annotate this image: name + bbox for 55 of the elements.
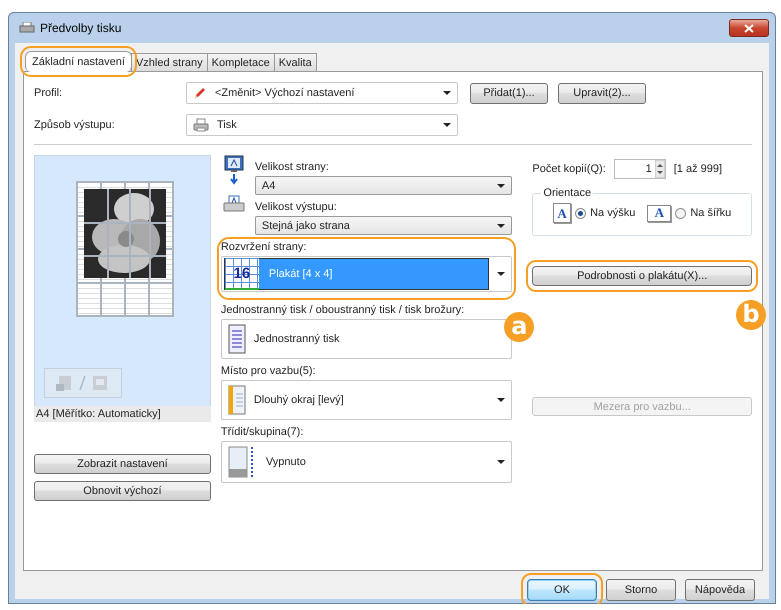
tab[interactable]: Kompletace [206, 53, 275, 71]
landscape-page-icon: A [647, 204, 672, 222]
copies-spinner[interactable]: 1 [614, 159, 666, 179]
field-label: Velikost výstupu: [254, 201, 338, 213]
printer-icon [222, 195, 245, 213]
monitor-page-icon [222, 155, 245, 185]
page-size-dropdown[interactable]: A4 [254, 176, 512, 195]
output-method-dropdown[interactable]: Tisk [186, 114, 458, 136]
radio-button[interactable] [675, 208, 686, 218]
profile-button[interactable]: Upravit(2)... [558, 82, 646, 104]
window-title: Předvolby tisku [40, 21, 122, 35]
callout-badge: a [504, 312, 534, 342]
duplex-dropdown[interactable]: Jednostranný tisk [220, 319, 512, 359]
field-label: Profil: [34, 87, 64, 99]
callout-badge: b [736, 300, 766, 330]
copies-range: [1 až 999] [674, 163, 722, 175]
field-label: Velikost strany: [254, 161, 330, 173]
option-label: Na výšku [590, 207, 636, 219]
field-label: Způsob výstupu: [34, 119, 116, 131]
dropdown-arrow-icon [497, 184, 506, 188]
option-label: Na šířku [690, 207, 732, 219]
dialog-button[interactable]: Nápověda [685, 579, 755, 601]
preview-button[interactable]: Obnovit výchozí [34, 481, 211, 501]
tab[interactable]: Kvalita [274, 53, 317, 71]
field-label: Jednostranný tisk / oboustranný tisk / tisk brožury: [220, 304, 466, 316]
preview-caption: A4 [Měřítko: Automaticky] [34, 406, 211, 422]
close-icon [744, 24, 754, 32]
dropdown-arrow-icon [443, 123, 451, 127]
profile-button[interactable]: Přidat(1)... [470, 82, 548, 104]
dropdown-arrow-icon [443, 91, 451, 95]
dropdown-arrow-icon [497, 460, 506, 464]
bound-page-icon [228, 385, 246, 415]
field-label: Místo pro vazbu(5): [220, 365, 317, 377]
group-label: Orientace [542, 187, 592, 199]
dropdown-arrow-icon [497, 224, 506, 228]
spin-arrows-icon [654, 160, 665, 178]
field-label: Třídit/skupina(7): [220, 426, 304, 438]
collate-dropdown[interactable]: Vypnuto [220, 441, 512, 483]
dropdown-arrow-icon [497, 272, 506, 276]
close-button[interactable] [729, 19, 769, 37]
pencil-icon [193, 86, 207, 100]
binding-dropdown[interactable]: Dlouhý okraj [levý] [220, 380, 512, 420]
portrait-page-icon: A [553, 203, 572, 223]
field-label: Rozvržení strany: [220, 241, 308, 253]
document-icon [228, 324, 246, 354]
preview-button[interactable]: Zobrazit nastavení [34, 454, 211, 474]
profile-dropdown[interactable]: <Změnit> Výchozí nastavení [186, 82, 458, 104]
tab[interactable]: Vzhled strany [130, 53, 208, 71]
printer-icon [193, 118, 209, 132]
dialog-button[interactable]: Storno [606, 579, 676, 601]
dropdown-arrow-icon [497, 398, 506, 402]
field-label: Počet kopií(Q): [532, 163, 606, 175]
radio-button[interactable] [575, 208, 586, 218]
printer-icon [19, 22, 35, 34]
output-size-dropdown[interactable]: Stejná jako strana [254, 216, 512, 235]
